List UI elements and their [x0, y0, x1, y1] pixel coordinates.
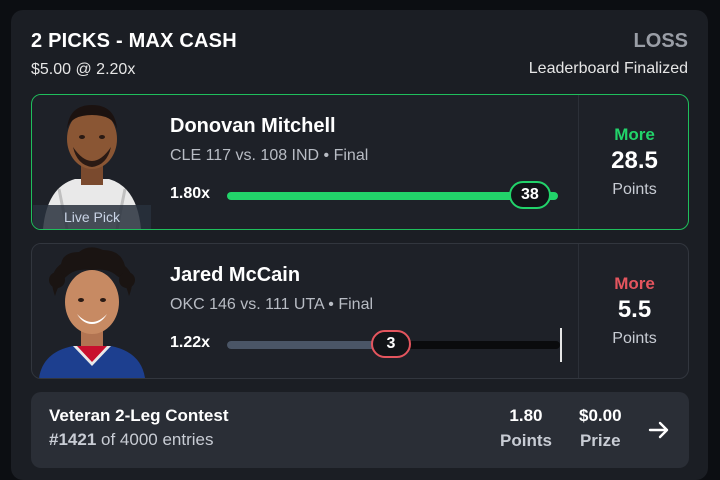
- actual-value-badge: 3: [371, 330, 411, 358]
- progress-fill: [227, 341, 392, 349]
- pick-card-mccain[interactable]: Jared McCain OKC 146 vs. 111 UTA • Final…: [31, 243, 689, 379]
- contest-row[interactable]: Veteran 2-Leg Contest #1421 of 4000 entr…: [31, 392, 689, 468]
- contest-name: Veteran 2-Leg Contest: [49, 406, 229, 425]
- stat-type: Points: [612, 330, 657, 347]
- contest-points: 1.80 Points: [500, 406, 552, 450]
- player-name: Donovan Mitchell: [170, 115, 336, 137]
- pick-direction: More: [614, 125, 655, 144]
- leaderboard-status: Leaderboard Finalized: [528, 60, 688, 77]
- pick-multiplier: 1.80x: [170, 185, 211, 202]
- player-photo-mccain: [33, 244, 151, 378]
- actual-value-badge: 38: [509, 181, 551, 209]
- rank-number: #1421: [49, 430, 97, 449]
- projection-line: 28.5: [611, 147, 658, 174]
- pick-direction: More: [614, 274, 655, 293]
- rank-entries: of 4000 entries: [101, 430, 214, 449]
- pick-card-mitchell[interactable]: Live Pick Donovan Mitchell CLE 117 vs. 1…: [31, 94, 689, 230]
- projection-box: More 5.5 Points: [579, 244, 688, 378]
- result-label: LOSS: [633, 30, 688, 52]
- player-photo-mitchell: Live Pick: [33, 95, 151, 229]
- game-score: CLE 117 vs. 108 IND • Final: [170, 147, 369, 164]
- game-score: OKC 146 vs. 111 UTA • Final: [170, 296, 374, 313]
- pick-multiplier: 1.22x: [170, 334, 211, 351]
- contest-rank: #1421 of 4000 entries: [49, 430, 213, 450]
- entry-card: 2 PICKS - MAX CASH $5.00 @ 2.20x LOSS Le…: [11, 10, 708, 480]
- projection-line: 5.5: [617, 296, 652, 323]
- stat-type: Points: [612, 181, 657, 198]
- arrow-right-icon[interactable]: [647, 418, 671, 442]
- entry-stake: $5.00 @ 2.20x: [31, 61, 136, 78]
- entry-title: 2 PICKS - MAX CASH: [31, 30, 237, 52]
- projection-box: More 28.5 Points: [579, 95, 688, 229]
- live-pick-badge: Live Pick: [33, 205, 151, 229]
- target-tick: [560, 328, 562, 362]
- player-name: Jared McCain: [170, 264, 301, 286]
- contest-prize: $0.00 Prize: [579, 406, 622, 450]
